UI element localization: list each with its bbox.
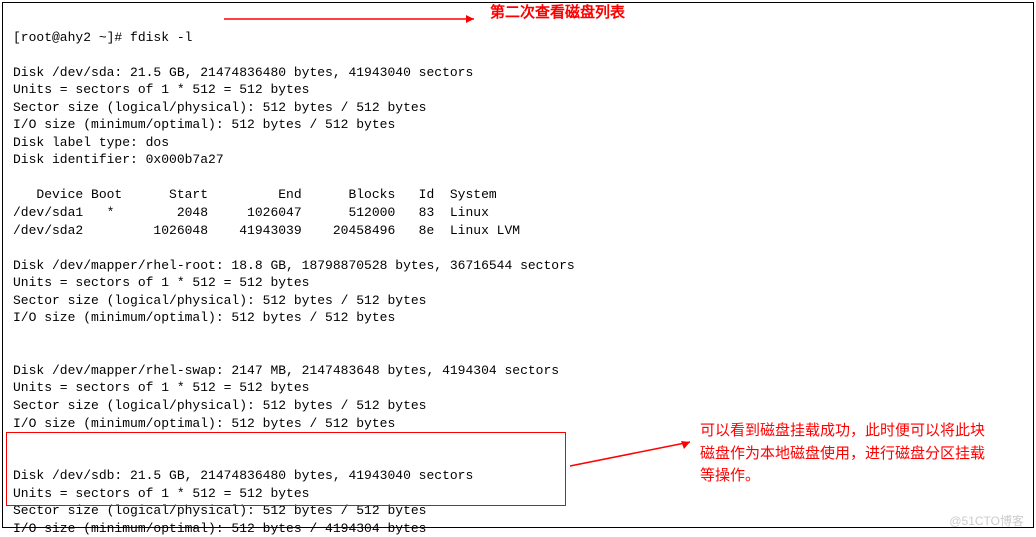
partition-row2: /dev/sda2 1026048 41943039 20458496 8e L…	[13, 223, 520, 238]
disk-sdb-units: Units = sectors of 1 * 512 = 512 bytes	[13, 486, 309, 501]
disk-mapper-swap-sector: Sector size (logical/physical): 512 byte…	[13, 398, 426, 413]
annotation-2-line1: 可以看到磁盘挂载成功，此时便可以将此块	[700, 420, 1020, 443]
disk-sda-identifier: Disk identifier: 0x000b7a27	[13, 152, 224, 167]
disk-mapper-root-io: I/O size (minimum/optimal): 512 bytes / …	[13, 310, 395, 325]
disk-sda-header: Disk /dev/sda: 21.5 GB, 21474836480 byte…	[13, 65, 473, 80]
disk-mapper-swap-header: Disk /dev/mapper/rhel-swap: 2147 MB, 214…	[13, 363, 559, 378]
disk-sda-io: I/O size (minimum/optimal): 512 bytes / …	[13, 117, 395, 132]
disk-mapper-root-units: Units = sectors of 1 * 512 = 512 bytes	[13, 275, 309, 290]
annotation-2-line2: 磁盘作为本地磁盘使用，进行磁盘分区挂载	[700, 443, 1020, 466]
annotation-text-2: 可以看到磁盘挂载成功，此时便可以将此块 磁盘作为本地磁盘使用，进行磁盘分区挂载 …	[700, 420, 1020, 488]
disk-sdb-sector: Sector size (logical/physical): 512 byte…	[13, 503, 426, 518]
command-text: fdisk -l	[130, 30, 192, 45]
partition-header: Device Boot Start End Blocks Id System	[13, 187, 497, 202]
disk-sda-label: Disk label type: dos	[13, 135, 169, 150]
partition-row1: /dev/sda1 * 2048 1026047 512000 83 Linux	[13, 205, 489, 220]
disk-sdb-header: Disk /dev/sdb: 21.5 GB, 21474836480 byte…	[13, 468, 473, 483]
disk-sda-sector: Sector size (logical/physical): 512 byte…	[13, 100, 426, 115]
disk-mapper-swap-units: Units = sectors of 1 * 512 = 512 bytes	[13, 380, 309, 395]
shell-prompt: [root@ahy2 ~]#	[13, 30, 130, 45]
disk-sdb-io: I/O size (minimum/optimal): 512 bytes / …	[13, 521, 426, 536]
disk-mapper-root-sector: Sector size (logical/physical): 512 byte…	[13, 293, 426, 308]
watermark: @51CTO博客	[949, 513, 1024, 529]
disk-mapper-swap-io: I/O size (minimum/optimal): 512 bytes / …	[13, 416, 395, 431]
annotation-text-1: 第二次查看磁盘列表	[490, 3, 625, 23]
annotation-2-line3: 等操作。	[700, 465, 1020, 488]
disk-mapper-root-header: Disk /dev/mapper/rhel-root: 18.8 GB, 187…	[13, 258, 575, 273]
disk-sda-units: Units = sectors of 1 * 512 = 512 bytes	[13, 82, 309, 97]
